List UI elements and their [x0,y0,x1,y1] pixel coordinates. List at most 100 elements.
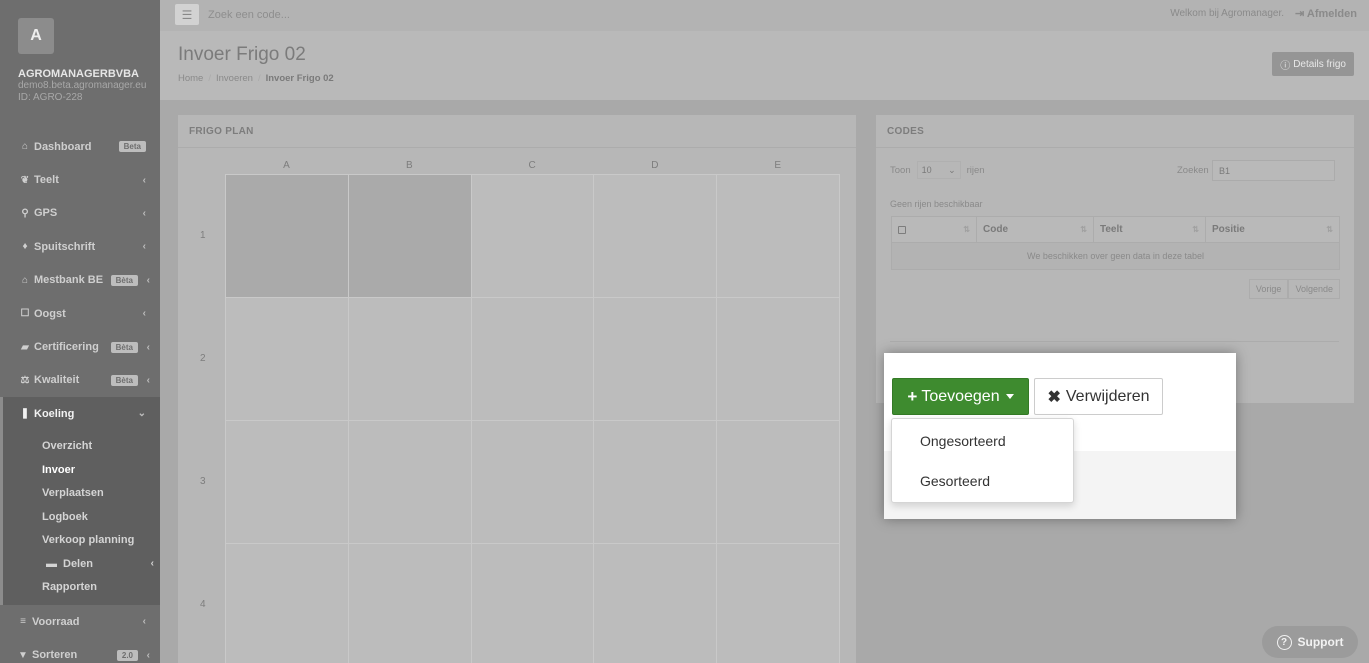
topbar: ☰ Welkom bij Agromanager. ⇥ Afmelden [160,0,1369,31]
grid-cell[interactable] [347,420,472,544]
menu-item-ongesorteerd[interactable]: Ongesorteerd [892,421,1073,461]
grid-cell[interactable] [225,174,349,298]
grid-cell[interactable] [225,543,349,663]
grid-cell[interactable] [470,543,595,663]
show-label: Toon [890,164,911,176]
sidebar-item-certificering[interactable]: ▰ Certificering Bèta ‹ [0,330,160,363]
sidebar-item-sorteren[interactable]: ▼ Sorteren 2.0 ‹ [0,638,160,663]
delete-button[interactable]: ✖ Verwijderen [1034,378,1163,415]
info-icon: ⓘ [1280,60,1291,72]
breadcrumb-current: Invoer Frigo 02 [265,73,334,84]
version-badge: 2.0 [116,649,138,661]
codes-search-input[interactable] [1212,160,1335,181]
koeling-submenu: Overzicht Invoer Verplaatsen Logboek Ver… [0,430,160,606]
column-teelt[interactable]: Teelt ⇅ [1094,217,1206,242]
sort-icon[interactable]: ⇅ [963,225,970,234]
grid-cell[interactable] [470,420,595,544]
sidebar-item-dashboard[interactable]: ⌂ Dashboard Beta [0,130,160,163]
chevron-left-icon: ‹ [142,308,146,320]
grid-cell[interactable] [716,297,840,421]
page-length-select[interactable]: 10 ⌄ [916,161,961,179]
breadcrumb: Home / Invoeren / Invoer Frigo 02 [178,73,334,84]
sidebar-item-label: Oogst [34,307,66,320]
chevron-left-icon: ‹ [142,207,146,219]
grid-cell[interactable] [716,420,840,544]
add-dropdown-button[interactable]: + Toevoegen [892,378,1029,415]
chevron-left-icon: ‹ [146,274,150,286]
pagination: Vorige Volgende [1248,279,1340,299]
logout-link[interactable]: ⇥ Afmelden [1295,7,1357,20]
sidebar-item-label: Sorteren [32,649,78,662]
column-code[interactable]: Code ⇅ [977,217,1094,242]
sidebar-item-oogst[interactable]: ☐ Oogst ‹ [0,297,160,330]
sort-icon[interactable]: ⇅ [1080,225,1087,234]
sidebar-item-gps[interactable]: ⚲ GPS ‹ [0,197,160,230]
sort-icon[interactable]: ⇅ [1192,225,1199,234]
sort-icon[interactable]: ⇅ [1326,225,1333,234]
logout-label: Afmelden [1306,8,1357,20]
column-positie[interactable]: Positie ⇅ [1206,217,1339,242]
grid-cell[interactable] [716,543,840,663]
menu-toggle-icon[interactable]: ☰ [175,4,199,25]
sidebar-item-teelt[interactable]: ❦ Teelt ‹ [0,163,160,196]
codes-table: ⇅ Code ⇅ Teelt ⇅ Positie ⇅ We beschikken… [891,216,1340,270]
grid-cell[interactable] [593,420,718,544]
grid-cell[interactable] [225,420,349,544]
subitem-rapporten[interactable]: Rapporten [3,576,160,600]
sidebar-item-kwaliteit[interactable]: ⚖ Kwaliteit Bèta ‹ [0,364,160,397]
grid-cell[interactable] [225,297,349,421]
grid-cell[interactable] [470,297,595,421]
grid-cell[interactable] [470,174,595,298]
select-all-checkbox[interactable] [898,225,906,234]
grid-cell[interactable] [347,297,472,421]
breadcrumb-invoeren[interactable]: Invoeren [216,73,253,84]
sidebar: A AGROMANAGERBVBA demo8.beta.agromanager… [0,0,160,663]
company-logo[interactable]: A [18,18,54,54]
grid-cell[interactable] [716,174,840,298]
leaf-icon: ❦ [20,174,30,186]
plus-icon: + [907,386,918,406]
sidebar-item-label: Certificering [34,341,99,354]
sidebar-menu: ⌂ Dashboard Beta ❦ Teelt ‹ ⚲ GPS ‹ ♦ Spu… [0,130,160,663]
support-button[interactable]: ? Support [1262,626,1358,658]
grid-cell[interactable] [593,543,718,663]
chevron-left-icon: ‹ [142,174,146,186]
sidebar-item-mestbank[interactable]: ⌂ Mestbank BE Bèta ‹ [0,264,160,297]
subitem-logboek[interactable]: Logboek [3,505,160,529]
column-header-d: D [651,160,659,171]
sidebar-item-koeling[interactable]: ❚ Koeling ⌄ [0,397,160,431]
details-frigo-button[interactable]: ⓘ Details frigo [1272,52,1354,76]
prev-page-button[interactable]: Vorige [1248,279,1289,299]
grid-cell[interactable] [347,174,472,298]
beta-badge: Bèta [110,341,138,353]
sidebar-item-spuitschrift[interactable]: ♦ Spuitschrift ‹ [0,230,160,263]
sidebar-item-voorraad[interactable]: ≡ Voorraad ‹ [0,605,160,638]
breadcrumb-home[interactable]: Home [178,73,203,84]
menu-item-gesorteerd[interactable]: Gesorteerd [892,461,1073,501]
company-id: ID: AGRO-228 [18,92,83,103]
next-page-button[interactable]: Volgende [1288,279,1340,299]
sidebar-item-label: Mestbank BE [34,274,104,287]
grid-cell[interactable] [593,174,718,298]
question-icon: ? [1276,634,1292,650]
details-frigo-label: Details frigo [1293,58,1346,70]
action-popup: + Toevoegen ✖ Verwijderen Ongesorteerd G… [884,353,1236,519]
home-icon: ⌂ [21,141,29,153]
breadcrumb-separator: / [208,73,211,84]
subitem-verkoop-planning[interactable]: Verkoop planning [3,529,160,553]
select-all-column[interactable]: ⇅ [892,217,977,242]
beta-badge: Bèta [110,274,138,286]
table-header: ⇅ Code ⇅ Teelt ⇅ Positie ⇅ [891,216,1340,243]
code-search-input[interactable] [208,6,458,24]
chevron-down-icon: ⌄ [137,408,146,420]
chevron-left-icon: ‹ [146,341,150,353]
add-dropdown-menu: Ongesorteerd Gesorteerd [891,418,1074,503]
subitem-overzicht[interactable]: Overzicht [3,435,160,459]
subitem-delen[interactable]: ▬ Delen ‹ [3,552,160,576]
subitem-invoer[interactable]: Invoer [3,458,160,482]
search-label: Zoeken [1177,165,1209,176]
sidebar-item-label: Dashboard [34,140,92,153]
subitem-verplaatsen[interactable]: Verplaatsen [3,482,160,506]
grid-cell[interactable] [347,543,472,663]
grid-cell[interactable] [593,297,718,421]
